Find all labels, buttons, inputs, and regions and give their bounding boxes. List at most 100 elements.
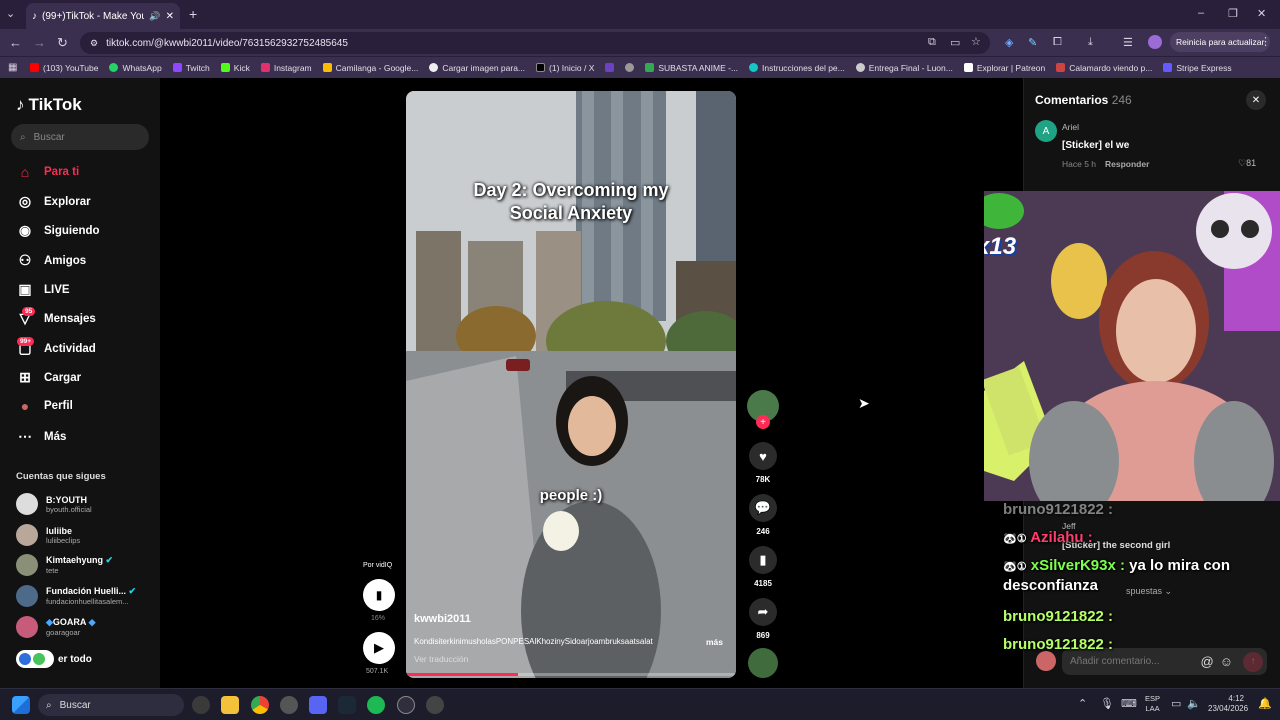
video-progress-track[interactable] bbox=[406, 673, 736, 676]
more-link[interactable]: más bbox=[706, 637, 723, 647]
extension-icon[interactable]: ◈ bbox=[1005, 36, 1013, 49]
task-view-icon[interactable] bbox=[192, 696, 210, 714]
maximize-button[interactable]: ❐ bbox=[1228, 7, 1238, 20]
bookmark-google-drive[interactable]: Camilanga - Google... bbox=[322, 63, 418, 73]
nav-perfil[interactable]: ● Perfil bbox=[16, 398, 73, 414]
back-icon[interactable]: ← bbox=[9, 35, 22, 50]
tray-chevron-icon[interactable]: ⌃ bbox=[1078, 697, 1087, 710]
account-kimtaehyung[interactable]: Kimtaehyung ✔ tete bbox=[16, 554, 113, 576]
bookmark-purple[interactable] bbox=[605, 63, 615, 72]
bookmark-entrega[interactable]: Entrega Final - Luon... bbox=[855, 63, 953, 73]
file-explorer-icon[interactable] bbox=[221, 696, 239, 714]
browser-tab[interactable]: ♪ (99+)TikTok - Make Your Da 🔊 ✕ bbox=[26, 3, 180, 29]
windows-start-icon[interactable] bbox=[12, 696, 30, 714]
discord-icon[interactable] bbox=[309, 696, 327, 714]
spotify-icon[interactable] bbox=[367, 696, 385, 714]
bookmark-instrucciones[interactable]: Instrucciones del pe... bbox=[749, 63, 845, 73]
bookmark-whatsapp[interactable]: WhatsApp bbox=[109, 63, 162, 73]
nav-mas[interactable]: ⋯ Más bbox=[16, 428, 66, 445]
comment-like-button[interactable]: ♡81 bbox=[1238, 158, 1256, 169]
follow-plus-icon[interactable]: + bbox=[756, 415, 770, 429]
save-button[interactable]: ▮ 4185 bbox=[748, 546, 778, 588]
window-close-button[interactable]: ✕ bbox=[1257, 7, 1266, 20]
translate-link[interactable]: Ver traducción bbox=[414, 654, 468, 664]
network-icon[interactable]: ▭ bbox=[1171, 697, 1181, 710]
bookmark-cargar-imagen[interactable]: Cargar imagen para... bbox=[429, 63, 525, 73]
url-bar[interactable]: ⚙ tiktok.com/@kwwbi2011/video/7631562932… bbox=[80, 32, 990, 54]
send-button[interactable]: ↑ bbox=[1243, 651, 1263, 672]
taskbar-search[interactable]: ⌕ Buscar bbox=[38, 694, 184, 716]
search-input[interactable]: ⌕ Buscar bbox=[11, 124, 149, 150]
like-button[interactable]: ♥ 78K bbox=[748, 442, 778, 484]
nav-siguiendo[interactable]: ◉ Siguiendo bbox=[16, 222, 100, 239]
keyboard-icon[interactable]: ⌨ bbox=[1121, 697, 1137, 710]
reply-button[interactable]: Responder bbox=[1105, 159, 1149, 169]
bookmark-instagram[interactable]: Instagram bbox=[260, 63, 312, 73]
extension-2-icon[interactable]: ✎ bbox=[1028, 36, 1037, 49]
comment-button[interactable]: 💬 246 bbox=[748, 494, 778, 536]
emoji-icon[interactable]: ☺ bbox=[1220, 654, 1233, 669]
download-icon[interactable]: ⤓ bbox=[1088, 36, 1093, 49]
minimize-button[interactable]: – bbox=[1198, 7, 1204, 19]
notification-bell-icon[interactable]: 🔔 bbox=[1258, 697, 1272, 710]
bookmark-star-icon[interactable]: ☆ bbox=[971, 35, 981, 48]
nav-amigos[interactable]: ⚇ Amigos bbox=[16, 252, 86, 269]
settings-icon[interactable] bbox=[280, 696, 298, 714]
see-all-link[interactable]: er todo bbox=[16, 650, 92, 668]
account-goara[interactable]: ◆GOARA ◆ goaragoar bbox=[16, 616, 96, 638]
close-comments-button[interactable]: ✕ bbox=[1246, 90, 1266, 110]
menu-kebab-icon[interactable]: ⋮ bbox=[1260, 35, 1271, 48]
cast-icon[interactable]: ▭ bbox=[950, 36, 960, 49]
forward-icon[interactable]: → bbox=[33, 35, 46, 50]
update-button[interactable]: Reinicia para actualizar bbox=[1170, 32, 1271, 52]
tab-audio-icon[interactable]: 🔊 bbox=[149, 11, 160, 22]
account-luliibe[interactable]: luliibe luliibeclips bbox=[16, 524, 80, 546]
language-indicator[interactable]: ESP LAA bbox=[1145, 694, 1160, 714]
bookmark-stripe[interactable]: Stripe Express bbox=[1163, 63, 1232, 73]
bookmark-twitch[interactable]: Twitch bbox=[172, 63, 210, 73]
streamer-webcam-overlay: x13 bbox=[984, 191, 1280, 501]
nav-explorar[interactable]: ◎ Explorar bbox=[16, 193, 91, 210]
nav-live[interactable]: ▣ LIVE bbox=[16, 281, 69, 298]
translate-icon[interactable]: ⧉ bbox=[928, 36, 936, 49]
apps-grid-icon[interactable]: ▦ bbox=[8, 62, 17, 73]
tiktok-logo[interactable]: ♪ TikTok bbox=[16, 95, 82, 115]
chrome-icon[interactable] bbox=[251, 696, 269, 714]
bookmark-x[interactable]: (1) Inicio / X bbox=[536, 63, 594, 73]
steam-icon[interactable] bbox=[338, 696, 356, 714]
share-button[interactable]: ➦ 869 bbox=[748, 598, 778, 640]
clock[interactable]: 4:12 23/04/2026 bbox=[1208, 694, 1248, 715]
extensions-puzzle-icon[interactable]: ⧠ bbox=[1053, 36, 1062, 49]
video-author[interactable]: kwwbi2011 bbox=[414, 613, 471, 625]
whatsapp-icon bbox=[109, 63, 119, 72]
tab-list-icon[interactable]: ⌄ bbox=[6, 7, 15, 20]
music-disc-avatar[interactable] bbox=[748, 648, 778, 678]
vidiq-stats-button[interactable]: ▮ bbox=[363, 579, 395, 611]
obs-icon[interactable] bbox=[397, 696, 415, 714]
new-tab-button[interactable]: + bbox=[189, 6, 197, 22]
reload-icon[interactable]: ↻ bbox=[57, 35, 68, 51]
video-player[interactable]: Day 2: Overcoming my Social Anxiety peop… bbox=[406, 91, 736, 678]
profile-avatar[interactable] bbox=[1148, 35, 1162, 49]
app-icon[interactable] bbox=[426, 696, 444, 714]
bookmark-patreon[interactable]: Explorar | Patreon bbox=[963, 63, 1045, 73]
site-info-icon[interactable]: ⚙ bbox=[90, 38, 98, 49]
microphone-icon[interactable]: 🎙 bbox=[1100, 697, 1114, 710]
stream-chat-line: bruno9121822 : bbox=[1003, 636, 1114, 653]
mention-icon[interactable]: @ bbox=[1201, 654, 1214, 669]
bookmark-subasta[interactable]: SUBASTA ANIME -... bbox=[645, 63, 738, 73]
nav-para-ti[interactable]: ⌂ Para ti bbox=[16, 164, 79, 180]
commenter-avatar[interactable]: A bbox=[1035, 120, 1057, 142]
tab-close-icon[interactable]: ✕ bbox=[166, 11, 174, 22]
play-button[interactable]: ▶ bbox=[363, 632, 395, 664]
bookmark-globe[interactable] bbox=[625, 63, 635, 72]
volume-icon[interactable]: 🔈 bbox=[1187, 697, 1201, 710]
comment-author[interactable]: Ariel bbox=[1062, 122, 1079, 132]
reading-list-icon[interactable]: ☰ bbox=[1123, 36, 1133, 49]
bookmark-calamardo[interactable]: Calamardo viendo p... bbox=[1056, 63, 1152, 73]
account-fundacion[interactable]: Fundación Huelli... ✔ fundacionhuellitasa… bbox=[16, 585, 136, 607]
bookmark-youtube[interactable]: (103) YouTube bbox=[30, 63, 98, 73]
nav-cargar[interactable]: ⊞ Cargar bbox=[16, 369, 81, 386]
bookmark-kick[interactable]: Kick bbox=[220, 63, 250, 73]
account-byouth[interactable]: B:YOUTH byouth.official bbox=[16, 493, 92, 515]
